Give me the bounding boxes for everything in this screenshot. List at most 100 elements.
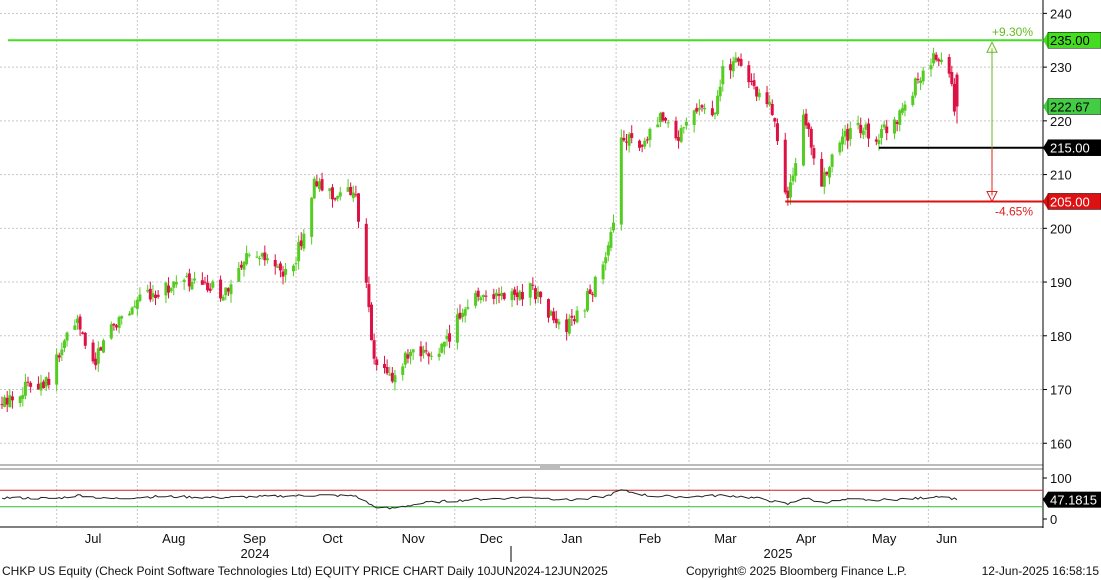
candle-body bbox=[697, 107, 701, 110]
candle-body bbox=[333, 198, 337, 200]
candle-body bbox=[513, 289, 517, 295]
candle-body bbox=[734, 57, 738, 63]
candle-body bbox=[310, 197, 314, 237]
candle-body bbox=[221, 296, 225, 301]
candle-body bbox=[716, 95, 720, 115]
candle-body bbox=[182, 279, 186, 282]
candle-body bbox=[62, 340, 66, 349]
candle-body bbox=[572, 319, 576, 322]
candle-body bbox=[403, 352, 407, 365]
candle-body bbox=[302, 233, 306, 249]
tag-last-price-pointer bbox=[1043, 98, 1048, 115]
candle-body bbox=[481, 294, 485, 298]
candle-body bbox=[939, 59, 943, 63]
candle-body bbox=[856, 122, 860, 126]
candle-body bbox=[5, 397, 9, 405]
candle-body bbox=[154, 294, 158, 298]
candle-body bbox=[411, 349, 415, 353]
candle-body bbox=[484, 295, 488, 297]
candle-body bbox=[768, 102, 772, 105]
candle-body bbox=[807, 123, 811, 130]
candle-body bbox=[583, 310, 587, 312]
candle-body bbox=[372, 340, 376, 359]
candle-body bbox=[510, 291, 514, 301]
candle-body bbox=[638, 140, 642, 148]
candle-body bbox=[315, 181, 319, 187]
candle-body bbox=[666, 122, 670, 124]
candle-body bbox=[955, 74, 959, 107]
footer-copyright: Copyright© 2025 Bloomberg Finance L.P. bbox=[686, 564, 907, 578]
candle-body bbox=[783, 139, 787, 193]
candle-body bbox=[130, 307, 134, 315]
candle-body bbox=[164, 282, 168, 296]
candle-body bbox=[258, 258, 262, 260]
candle-body bbox=[383, 363, 387, 369]
candle-body bbox=[770, 104, 774, 115]
candle-body bbox=[520, 292, 524, 300]
candle-body bbox=[463, 309, 467, 316]
candle-body bbox=[156, 294, 160, 297]
x-tick-label: Jul bbox=[85, 531, 102, 546]
candle-body bbox=[713, 112, 717, 115]
candle-body bbox=[921, 70, 925, 82]
candle-body bbox=[664, 118, 668, 121]
candle-body bbox=[128, 313, 132, 316]
grid-lines bbox=[0, 0, 1043, 526]
candle-body bbox=[476, 290, 480, 297]
candle-body bbox=[8, 395, 12, 408]
candle-body bbox=[838, 142, 842, 153]
candle-body bbox=[552, 311, 556, 321]
candle-body bbox=[263, 252, 267, 261]
candle-body bbox=[679, 128, 683, 142]
candle-body bbox=[474, 292, 478, 306]
candle-body bbox=[539, 291, 543, 298]
candle-body bbox=[455, 314, 459, 343]
candle-body bbox=[585, 291, 589, 311]
y-tick-label: 210 bbox=[1050, 168, 1072, 183]
tag-235-pointer bbox=[1043, 32, 1048, 49]
candle-body bbox=[531, 284, 535, 286]
candle-body bbox=[338, 192, 342, 197]
candle-body bbox=[591, 294, 595, 296]
loss-annotation: -4.65% bbox=[995, 204, 1033, 218]
candle-body bbox=[317, 181, 321, 189]
candle-body bbox=[736, 58, 740, 62]
candle-body bbox=[546, 299, 550, 318]
candle-body bbox=[114, 325, 118, 328]
candle-body bbox=[755, 86, 759, 97]
candle-body bbox=[749, 81, 753, 83]
candle-body bbox=[622, 137, 626, 141]
candle-body bbox=[42, 381, 46, 389]
candle-body bbox=[929, 65, 933, 70]
candle-body bbox=[320, 179, 324, 191]
x-tick-label: May bbox=[872, 531, 897, 546]
rsi-tick-label: 0 bbox=[1050, 512, 1057, 527]
candle-body bbox=[278, 263, 282, 271]
candle-body bbox=[211, 281, 215, 288]
candle-body bbox=[528, 283, 532, 298]
candle-body bbox=[427, 353, 431, 357]
candle-body bbox=[682, 127, 686, 129]
candle-body bbox=[643, 140, 647, 147]
candle-body bbox=[804, 113, 808, 126]
candle-body bbox=[185, 275, 189, 277]
candle-body bbox=[135, 299, 139, 309]
candle-body bbox=[913, 78, 917, 96]
candle-body bbox=[112, 323, 116, 326]
x-tick-label: Mar bbox=[714, 531, 737, 546]
candle-body bbox=[565, 319, 569, 332]
candle-body bbox=[747, 65, 751, 83]
candle-body bbox=[606, 245, 610, 256]
tag-205-pointer bbox=[1043, 193, 1048, 210]
candle-body bbox=[83, 332, 87, 346]
candle-body bbox=[479, 297, 483, 301]
candle-body bbox=[187, 273, 191, 287]
candle-body bbox=[401, 366, 405, 375]
candle-body bbox=[843, 130, 847, 137]
candle-body bbox=[549, 311, 553, 316]
candle-body bbox=[0, 404, 4, 406]
candle-body bbox=[273, 260, 277, 267]
candle-body bbox=[731, 61, 735, 72]
candle-body bbox=[492, 294, 496, 299]
candle-body bbox=[859, 124, 863, 134]
